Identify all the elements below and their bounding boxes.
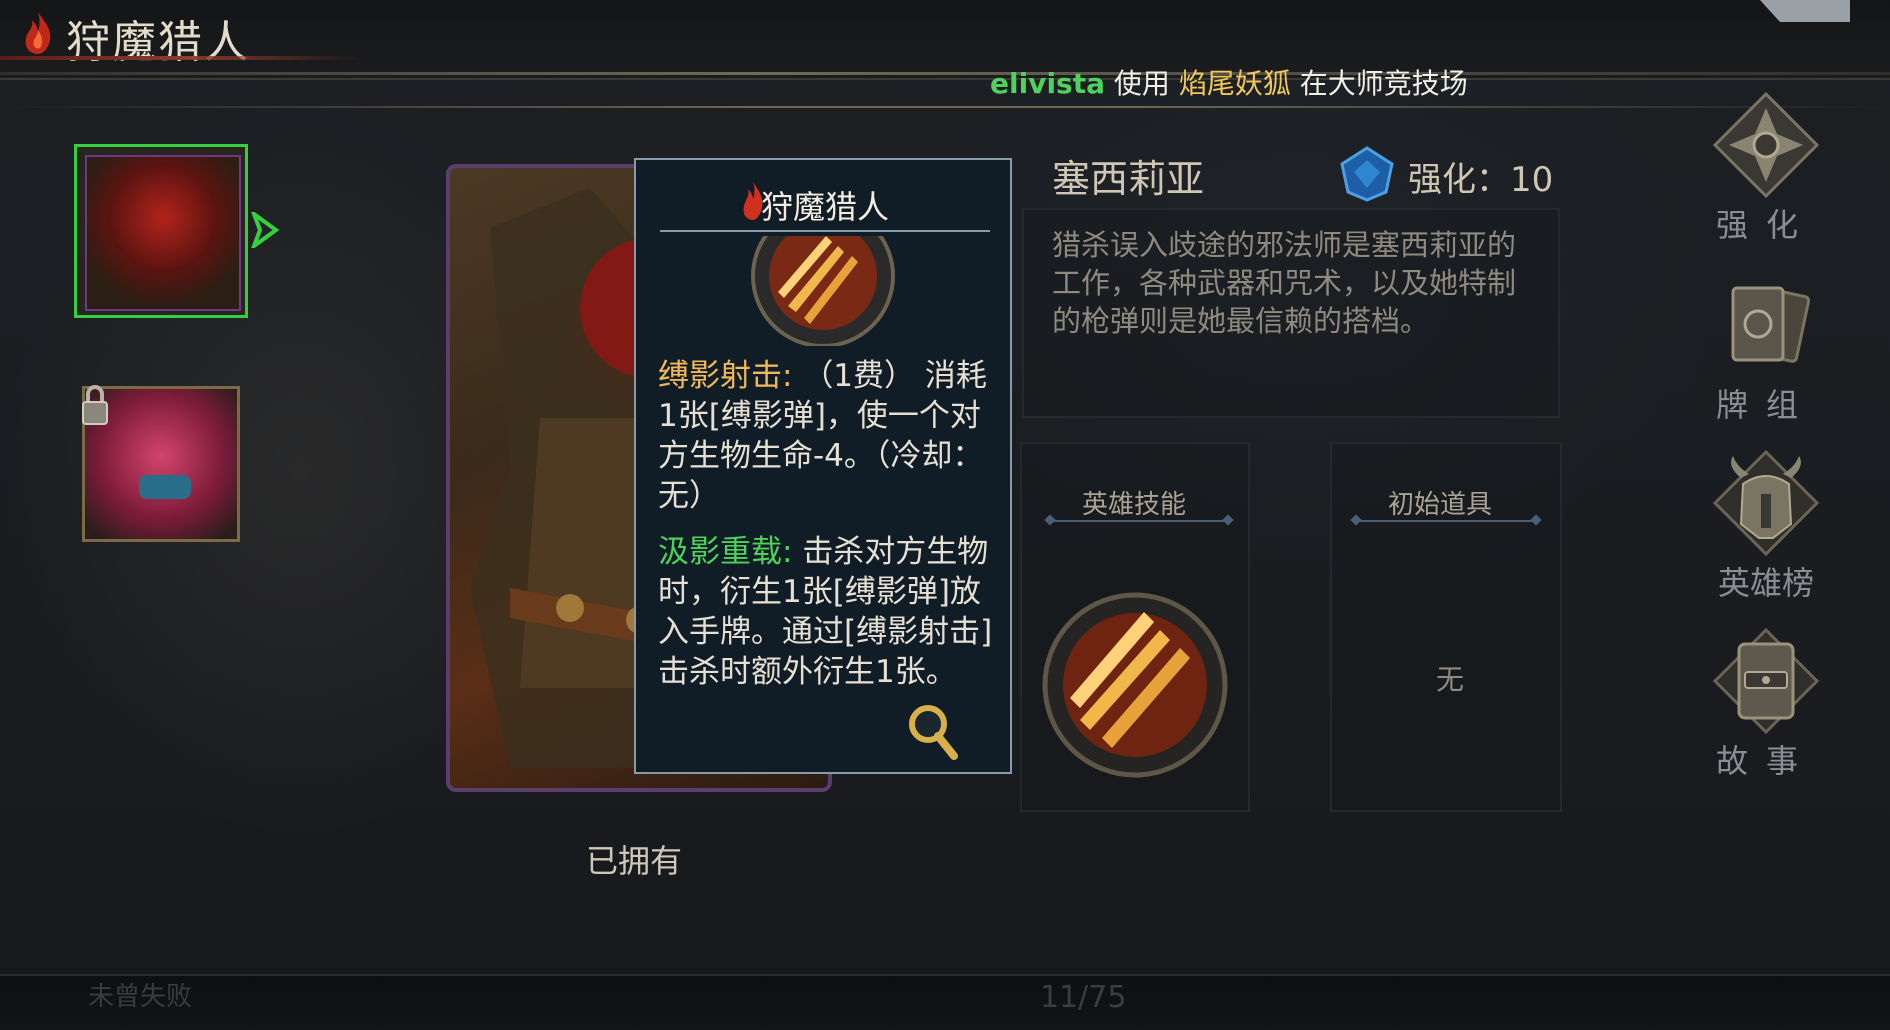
header-divider <box>0 72 1890 75</box>
menu-enhance-label: 强化 <box>1715 206 1816 244</box>
skill-icon <box>751 236 895 346</box>
helmet-icon <box>1712 449 1820 557</box>
book-icon <box>1712 627 1820 735</box>
menu-story[interactable]: 故事 <box>1706 626 1826 782</box>
marquee-user: elivista <box>990 67 1105 100</box>
tooltip-divider <box>660 230 990 232</box>
hero-description: 猎杀误入歧途的邪法师是塞西莉亚的工作，各种武器和咒术，以及她特制的枪弹则是她最信… <box>1052 228 1517 338</box>
flame-icon <box>25 12 51 54</box>
skill-1-name: 缚影射击: <box>658 358 793 394</box>
starting-item-title: 初始道具 <box>1388 490 1493 520</box>
skill-2-name: 汲影重载: <box>658 534 793 570</box>
skill-tooltip: 狩魔猎人 缚影射击: （1费） 消耗1张[缚影弹]，使一个对方生物生命-4。（冷… <box>634 158 1012 774</box>
enhance-value: 10 <box>1510 160 1554 200</box>
enhance-level: 强化：10 <box>1408 152 1553 201</box>
marquee-verb: 使用 <box>1113 67 1170 100</box>
marquee-hero: 焰尾妖狐 <box>1178 67 1291 100</box>
menu-story-label: 故事 <box>1715 742 1816 780</box>
skill-1-cost: （1费） <box>802 358 916 394</box>
menu-leaderboard-label: 英雄榜 <box>1717 564 1814 602</box>
menu-deck-label: 牌组 <box>1715 386 1816 424</box>
hero-portrait-mask <box>139 475 191 499</box>
selected-arrow-icon <box>251 212 280 248</box>
hero-skill-divider <box>1050 520 1228 522</box>
marquee-rest: 在大师竞技场 <box>1299 67 1468 100</box>
bottom-left-text: 未曾失败 <box>88 982 193 1012</box>
header-bar: 狩魔猎人 <box>0 0 1890 80</box>
enhance-badge-icon <box>1340 146 1394 202</box>
starting-item-divider <box>1356 520 1536 522</box>
skill-2-paragraph: 汲影重载: 击杀对方生物时，衍生1张[缚影弹]放入手牌。通过[缚影射击]击杀时额… <box>658 532 998 692</box>
back-arrow-icon[interactable] <box>1740 0 1850 30</box>
hero-skill-icon[interactable] <box>1040 590 1230 780</box>
enhance-label-text: 强化： <box>1408 160 1510 200</box>
hero-slot-selected[interactable] <box>74 144 248 318</box>
skill-1-paragraph: 缚影射击: （1费） 消耗1张[缚影弹]，使一个对方生物生命-4。（冷却：无） <box>658 356 998 516</box>
title-decoration <box>0 56 360 60</box>
page-counter: 11/75 <box>1040 980 1127 1015</box>
magnifier-icon[interactable] <box>904 700 964 764</box>
menu-leaderboard[interactable]: 英雄榜 <box>1706 448 1826 604</box>
owned-label: 已拥有 <box>586 842 683 880</box>
menu-deck[interactable]: 牌组 <box>1706 270 1826 426</box>
hero-skill-title: 英雄技能 <box>1082 490 1187 520</box>
hero-name: 塞西莉亚 <box>1052 157 1205 201</box>
lock-icon <box>82 385 108 425</box>
cards-icon <box>1731 286 1811 363</box>
menu-enhance[interactable]: 强化 <box>1706 90 1826 246</box>
page-title: 狩魔猎人 <box>66 17 250 68</box>
broadcast-marquee: elivista 使用 焰尾妖狐 在大师竞技场 <box>990 62 1590 108</box>
hero-portrait <box>85 155 241 311</box>
bottom-bar <box>0 974 1890 1030</box>
compass-icon <box>1712 91 1820 199</box>
marquee-divider <box>0 106 1890 108</box>
tooltip-title: 狩魔猎人 <box>760 188 889 226</box>
tooltip-body: 缚影射击: （1费） 消耗1张[缚影弹]，使一个对方生物生命-4。（冷却：无） … <box>658 356 998 708</box>
starting-item-value: 无 <box>1436 663 1465 696</box>
